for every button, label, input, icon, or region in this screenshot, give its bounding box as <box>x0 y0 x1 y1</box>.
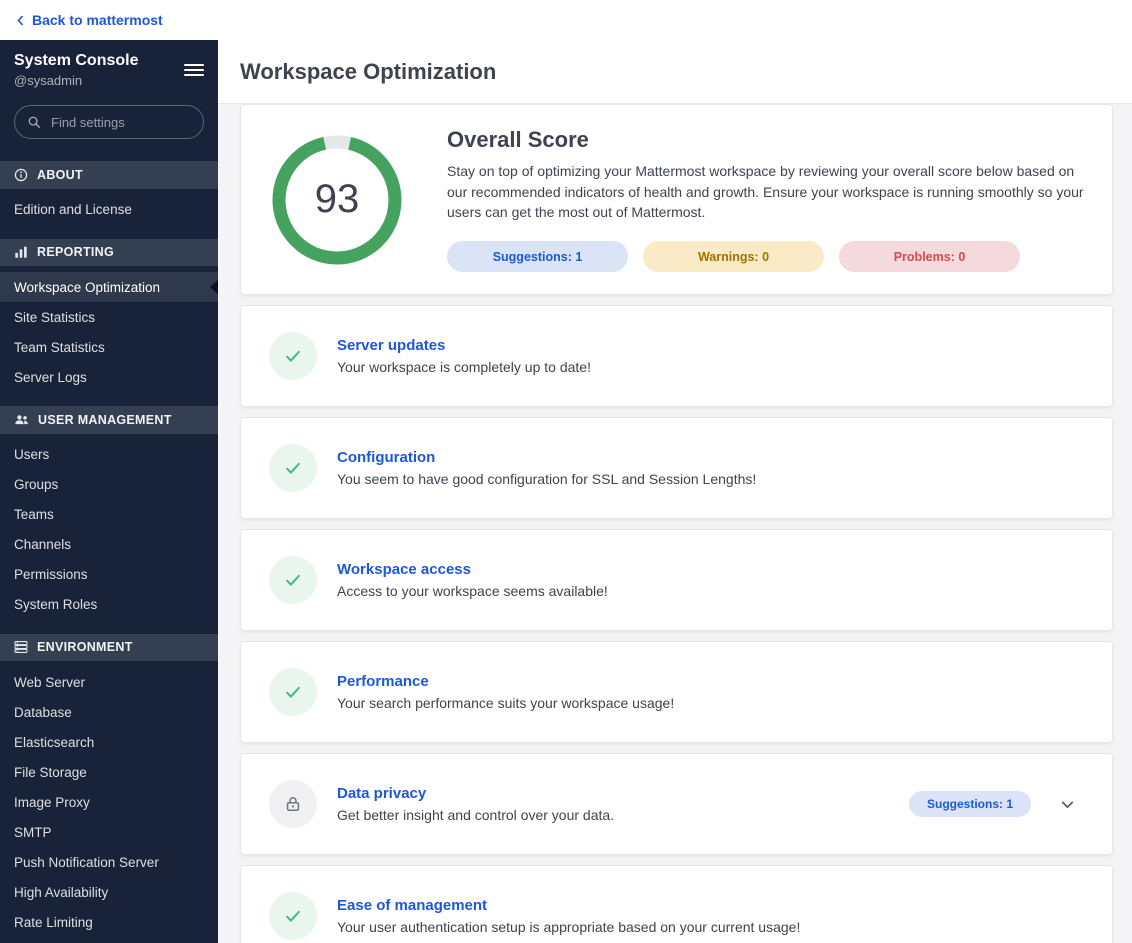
lock-icon <box>269 780 317 829</box>
overall-score-description: Stay on top of optimizing your Mattermos… <box>447 163 1084 221</box>
section-header-about: ABOUT <box>0 161 218 189</box>
sidebar: System Console @sysadmin ABOUT Edition a… <box>0 40 218 943</box>
sidebar-header: System Console @sysadmin <box>0 40 218 99</box>
warnings-badge: Warnings: 0 <box>643 241 824 273</box>
suggestions-badge: Suggestions: 1 <box>908 791 1031 818</box>
card-description: You seem to have good configuration for … <box>337 471 757 488</box>
card-description: Your user authentication setup is approp… <box>337 919 801 936</box>
check-icon <box>269 668 317 717</box>
sidebar-item-teams[interactable]: Teams <box>0 500 218 530</box>
server-icon <box>14 640 28 654</box>
card-description: Your search performance suits your works… <box>337 695 675 712</box>
check-icon <box>269 332 317 381</box>
sidebar-item-users[interactable]: Users <box>0 440 218 470</box>
ease-of-management-card: Ease of management Your user authenticat… <box>240 865 1113 943</box>
sidebar-item-team-statistics[interactable]: Team Statistics <box>0 332 218 362</box>
configuration-card: Configuration You seem to have good conf… <box>240 417 1113 520</box>
card-description: Your workspace is completely up to date! <box>337 359 591 376</box>
sidebar-item-web-server[interactable]: Web Server <box>0 667 218 697</box>
back-link-label: Back to mattermost <box>32 12 163 28</box>
sidebar-item-smtp[interactable]: SMTP <box>0 817 218 847</box>
workspace-access-card: Workspace access Access to your workspac… <box>240 529 1113 632</box>
sidebar-item-high-availability[interactable]: High Availability <box>0 877 218 907</box>
data-privacy-card: Data privacy Get better insight and cont… <box>240 753 1113 856</box>
menu-icon[interactable] <box>184 57 204 83</box>
top-bar: Back to mattermost <box>0 0 1132 40</box>
sidebar-item-edition-and-license[interactable]: Edition and License <box>0 195 218 225</box>
check-icon <box>269 556 317 605</box>
sidebar-item-groups[interactable]: Groups <box>0 470 218 500</box>
sidebar-item-workspace-optimization[interactable]: Workspace Optimization <box>0 272 218 303</box>
section-label: USER MANAGEMENT <box>38 412 172 427</box>
sidebar-item-rate-limiting[interactable]: Rate Limiting <box>0 907 218 937</box>
suggestions-badge: Suggestions: 1 <box>447 241 628 273</box>
search-icon <box>27 115 41 129</box>
card-title-link[interactable]: Server updates <box>337 337 1084 354</box>
sidebar-item-elasticsearch[interactable]: Elasticsearch <box>0 727 218 757</box>
sidebar-item-permissions[interactable]: Permissions <box>0 560 218 590</box>
sidebar-item-site-statistics[interactable]: Site Statistics <box>0 302 218 332</box>
chevron-left-icon <box>14 14 27 27</box>
card-title-link[interactable]: Data privacy <box>337 785 889 802</box>
back-to-mattermost-link[interactable]: Back to mattermost <box>14 12 163 28</box>
sidebar-item-server-logs[interactable]: Server Logs <box>0 362 218 392</box>
problems-badge: Problems: 0 <box>839 241 1020 273</box>
section-header-user-management: USER MANAGEMENT <box>0 406 218 434</box>
bar-chart-icon <box>14 245 28 259</box>
card-description: Get better insight and control over your… <box>337 807 615 824</box>
overall-score-title: Overall Score <box>447 127 589 152</box>
sidebar-item-database[interactable]: Database <box>0 697 218 727</box>
sidebar-item-image-proxy[interactable]: Image Proxy <box>0 787 218 817</box>
section-label: REPORTING <box>37 245 115 260</box>
card-title-link[interactable]: Configuration <box>337 449 1084 466</box>
page-title: Workspace Optimization <box>240 58 497 84</box>
section-label: ABOUT <box>37 167 83 182</box>
score-ring: 93 <box>269 132 405 268</box>
section-label: ENVIRONMENT <box>37 640 133 655</box>
sidebar-item-push-notification-server[interactable]: Push Notification Server <box>0 847 218 877</box>
sidebar-item-channels[interactable]: Channels <box>0 530 218 560</box>
content-area: 93 Overall Score Stay on top of optimizi… <box>218 104 1132 943</box>
card-title-link[interactable]: Workspace access <box>337 561 1084 578</box>
overall-score-card: 93 Overall Score Stay on top of optimizi… <box>240 104 1113 296</box>
chevron-down-icon[interactable] <box>1059 796 1076 813</box>
check-icon <box>269 892 317 941</box>
server-updates-card: Server updates Your workspace is complet… <box>240 305 1113 408</box>
page-header: Workspace Optimization <box>218 40 1132 104</box>
settings-search <box>14 105 204 140</box>
section-header-reporting: REPORTING <box>0 238 218 267</box>
card-description: Access to your workspace seems available… <box>337 583 608 600</box>
sidebar-item-system-roles[interactable]: System Roles <box>0 590 218 620</box>
search-input[interactable] <box>49 113 191 131</box>
card-title-link[interactable]: Ease of management <box>337 897 1084 914</box>
sidebar-item-file-storage[interactable]: File Storage <box>0 757 218 787</box>
performance-card: Performance Your search performance suit… <box>240 641 1113 744</box>
info-icon <box>14 168 28 182</box>
console-user: @sysadmin <box>14 72 83 88</box>
card-title-link[interactable]: Performance <box>337 673 1084 690</box>
overall-score-value: 93 <box>314 177 360 222</box>
check-icon <box>269 444 317 493</box>
section-header-environment: ENVIRONMENT <box>0 633 218 662</box>
users-icon <box>14 413 29 426</box>
console-title: System Console <box>14 52 139 69</box>
